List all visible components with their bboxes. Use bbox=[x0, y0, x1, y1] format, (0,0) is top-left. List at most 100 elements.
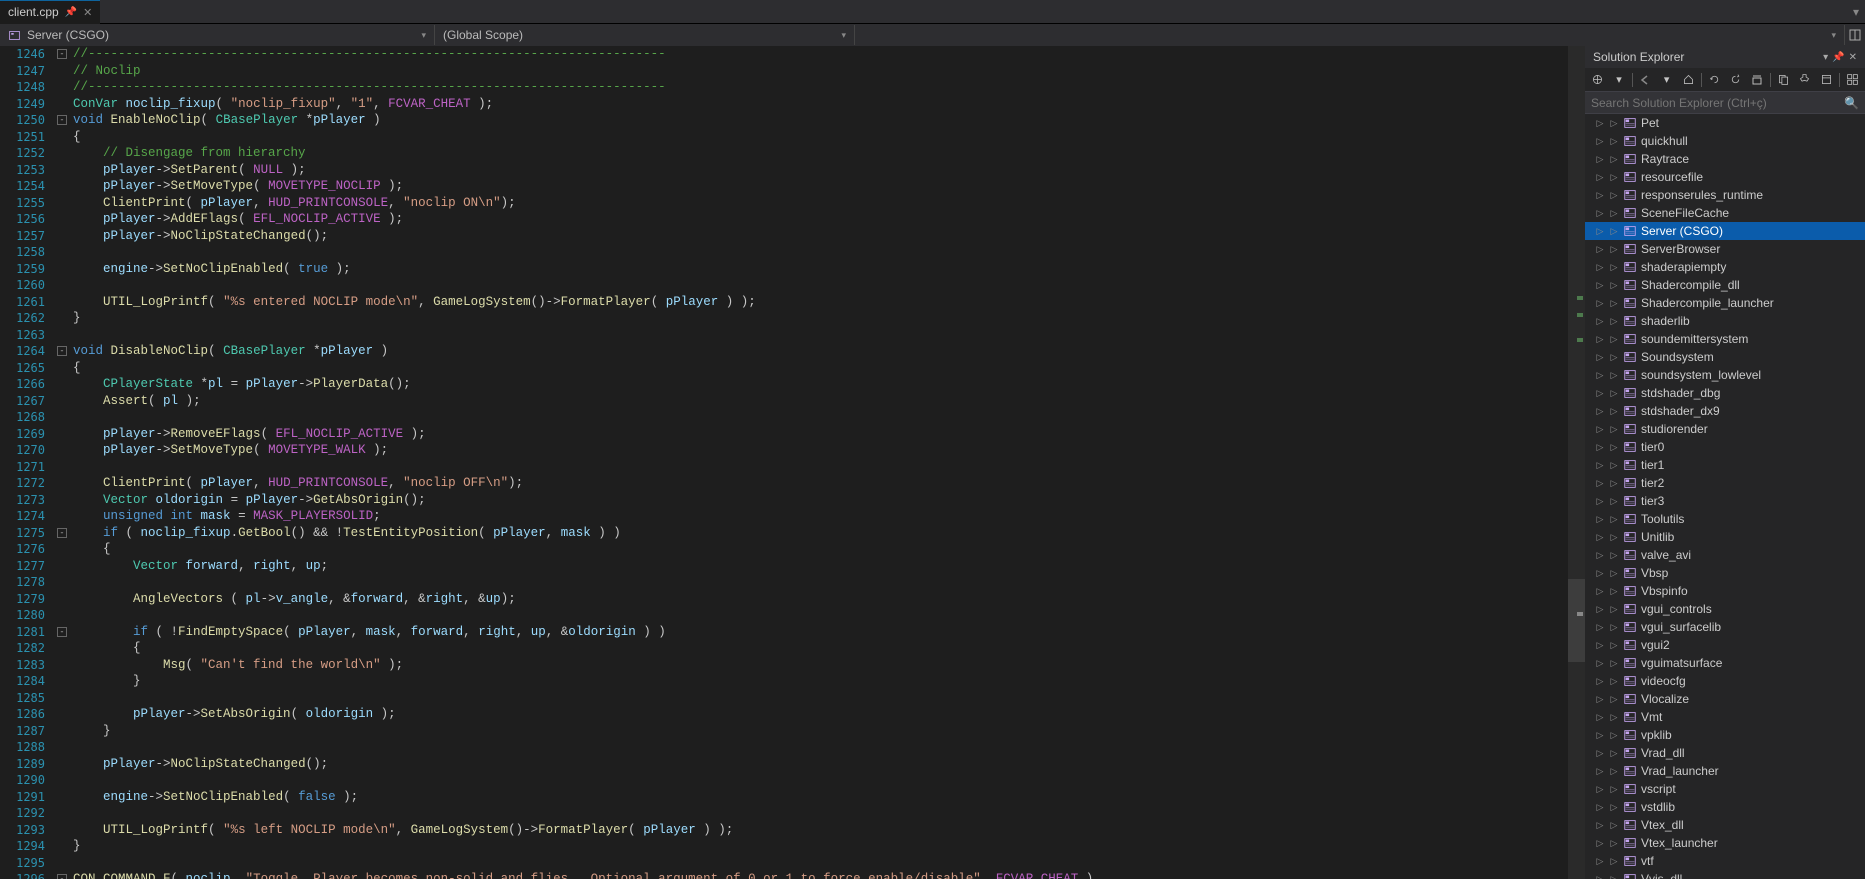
expand-icon[interactable]: ▷ bbox=[1595, 154, 1605, 165]
expand-icon[interactable]: ▷ bbox=[1595, 712, 1605, 723]
tree-item[interactable]: ▷▷vtf bbox=[1585, 852, 1865, 870]
scope-selector[interactable]: (Global Scope) ▾ bbox=[435, 25, 855, 45]
expand-icon-2[interactable]: ▷ bbox=[1609, 874, 1619, 879]
expand-icon[interactable]: ▷ bbox=[1595, 172, 1605, 183]
panel-titlebar[interactable]: Solution Explorer ▾ 📌 ✕ bbox=[1585, 46, 1865, 68]
expand-icon-2[interactable]: ▷ bbox=[1609, 730, 1619, 741]
tree-item[interactable]: ▷▷Vmt bbox=[1585, 708, 1865, 726]
expand-icon-2[interactable]: ▷ bbox=[1609, 658, 1619, 669]
expand-icon-2[interactable]: ▷ bbox=[1609, 154, 1619, 165]
split-editor-button[interactable] bbox=[1845, 29, 1865, 41]
tree-item[interactable]: ▷▷Vtex_dll bbox=[1585, 816, 1865, 834]
expand-icon[interactable]: ▷ bbox=[1595, 658, 1605, 669]
expand-icon[interactable]: ▷ bbox=[1595, 118, 1605, 129]
tree-item[interactable]: ▷▷shaderlib bbox=[1585, 312, 1865, 330]
expand-icon-2[interactable]: ▷ bbox=[1609, 388, 1619, 399]
expand-icon[interactable]: ▷ bbox=[1595, 226, 1605, 237]
tree-item[interactable]: ▷▷studiorender bbox=[1585, 420, 1865, 438]
home-icon-button[interactable] bbox=[1679, 71, 1696, 89]
expand-icon[interactable]: ▷ bbox=[1595, 424, 1605, 435]
expand-icon-2[interactable]: ▷ bbox=[1609, 172, 1619, 183]
tree-item[interactable]: ▷▷soundsystem_lowlevel bbox=[1585, 366, 1865, 384]
expand-icon[interactable]: ▷ bbox=[1595, 604, 1605, 615]
tree-item[interactable]: ▷▷Toolutils bbox=[1585, 510, 1865, 528]
collapse-all-button[interactable] bbox=[1748, 71, 1765, 89]
expand-icon-2[interactable]: ▷ bbox=[1609, 784, 1619, 795]
tree-item[interactable]: ▷▷resourcefile bbox=[1585, 168, 1865, 186]
expand-icon-2[interactable]: ▷ bbox=[1609, 604, 1619, 615]
tree-item[interactable]: ▷▷vguimatsurface bbox=[1585, 654, 1865, 672]
fold-toggle[interactable]: - bbox=[57, 49, 67, 59]
show-all-files-button[interactable] bbox=[1775, 71, 1792, 89]
expand-icon[interactable]: ▷ bbox=[1595, 622, 1605, 633]
expand-icon[interactable]: ▷ bbox=[1595, 136, 1605, 147]
dropdown-icon[interactable]: ▾ bbox=[1823, 52, 1828, 63]
pin-icon[interactable]: 📌 bbox=[1832, 52, 1844, 63]
expand-icon-2[interactable]: ▷ bbox=[1609, 262, 1619, 273]
expand-icon[interactable]: ▷ bbox=[1595, 550, 1605, 561]
solution-search-input[interactable] bbox=[1591, 96, 1844, 110]
expand-icon[interactable]: ▷ bbox=[1595, 766, 1605, 777]
expand-icon-2[interactable]: ▷ bbox=[1609, 298, 1619, 309]
expand-icon[interactable]: ▷ bbox=[1595, 694, 1605, 705]
tree-item[interactable]: ▷▷vstdlib bbox=[1585, 798, 1865, 816]
expand-icon[interactable]: ▷ bbox=[1595, 388, 1605, 399]
fold-toggle[interactable]: - bbox=[57, 528, 67, 538]
expand-icon-2[interactable]: ▷ bbox=[1609, 820, 1619, 831]
tree-item[interactable]: ▷▷Vbsp bbox=[1585, 564, 1865, 582]
tree-item[interactable]: ▷▷shaderapiempty bbox=[1585, 258, 1865, 276]
expand-icon-2[interactable]: ▷ bbox=[1609, 244, 1619, 255]
view-button[interactable] bbox=[1844, 71, 1861, 89]
expand-icon-2[interactable]: ▷ bbox=[1609, 478, 1619, 489]
expand-icon[interactable]: ▷ bbox=[1595, 676, 1605, 687]
expand-icon-2[interactable]: ▷ bbox=[1609, 676, 1619, 687]
properties-button[interactable] bbox=[1796, 71, 1813, 89]
tree-item[interactable]: ▷▷SceneFileCache bbox=[1585, 204, 1865, 222]
fold-gutter[interactable]: ------ bbox=[55, 46, 69, 879]
expand-icon[interactable]: ▷ bbox=[1595, 802, 1605, 813]
expand-icon[interactable]: ▷ bbox=[1595, 856, 1605, 867]
expand-icon-2[interactable]: ▷ bbox=[1609, 352, 1619, 363]
expand-icon-2[interactable]: ▷ bbox=[1609, 802, 1619, 813]
expand-icon-2[interactable]: ▷ bbox=[1609, 118, 1619, 129]
expand-icon[interactable]: ▷ bbox=[1595, 586, 1605, 597]
tree-item[interactable]: ▷▷stdshader_dbg bbox=[1585, 384, 1865, 402]
expand-icon[interactable]: ▷ bbox=[1595, 208, 1605, 219]
tree-item[interactable]: ▷▷Raytrace bbox=[1585, 150, 1865, 168]
tree-item[interactable]: ▷▷stdshader_dx9 bbox=[1585, 402, 1865, 420]
tree-item[interactable]: ▷▷vgui2 bbox=[1585, 636, 1865, 654]
expand-icon-2[interactable]: ▷ bbox=[1609, 496, 1619, 507]
tree-item[interactable]: ▷▷vgui_surfacelib bbox=[1585, 618, 1865, 636]
solution-tree[interactable]: ▷▷Pet▷▷quickhull▷▷Raytrace▷▷resourcefile… bbox=[1585, 114, 1865, 879]
expand-icon-2[interactable]: ▷ bbox=[1609, 460, 1619, 471]
expand-icon-2[interactable]: ▷ bbox=[1609, 316, 1619, 327]
forward-button[interactable]: ▾ bbox=[1658, 71, 1675, 89]
expand-icon[interactable]: ▷ bbox=[1595, 748, 1605, 759]
sync-button[interactable] bbox=[1706, 71, 1723, 89]
project-selector[interactable]: Server (CSGO) ▾ bbox=[0, 25, 435, 45]
tree-item[interactable]: ▷▷tier2 bbox=[1585, 474, 1865, 492]
tree-item[interactable]: ▷▷Vvis_dll bbox=[1585, 870, 1865, 879]
expand-icon-2[interactable]: ▷ bbox=[1609, 568, 1619, 579]
expand-icon[interactable]: ▷ bbox=[1595, 784, 1605, 795]
tree-item[interactable]: ▷▷responserules_runtime bbox=[1585, 186, 1865, 204]
expand-icon-2[interactable]: ▷ bbox=[1609, 856, 1619, 867]
close-icon[interactable]: ✕ bbox=[83, 6, 92, 19]
expand-icon[interactable]: ▷ bbox=[1595, 316, 1605, 327]
expand-icon-2[interactable]: ▷ bbox=[1609, 442, 1619, 453]
expand-icon-2[interactable]: ▷ bbox=[1609, 838, 1619, 849]
tree-item[interactable]: ▷▷Vrad_dll bbox=[1585, 744, 1865, 762]
expand-icon[interactable]: ▷ bbox=[1595, 514, 1605, 525]
expand-icon[interactable]: ▷ bbox=[1595, 334, 1605, 345]
fold-toggle[interactable]: - bbox=[57, 346, 67, 356]
expand-icon[interactable]: ▷ bbox=[1595, 496, 1605, 507]
expand-icon[interactable]: ▷ bbox=[1595, 532, 1605, 543]
expand-icon[interactable]: ▷ bbox=[1595, 280, 1605, 291]
tree-item[interactable]: ▷▷vscript bbox=[1585, 780, 1865, 798]
expand-icon-2[interactable]: ▷ bbox=[1609, 766, 1619, 777]
expand-icon[interactable]: ▷ bbox=[1595, 478, 1605, 489]
fold-toggle[interactable]: - bbox=[57, 874, 67, 879]
expand-icon-2[interactable]: ▷ bbox=[1609, 532, 1619, 543]
expand-icon-2[interactable]: ▷ bbox=[1609, 136, 1619, 147]
expand-icon-2[interactable]: ▷ bbox=[1609, 748, 1619, 759]
